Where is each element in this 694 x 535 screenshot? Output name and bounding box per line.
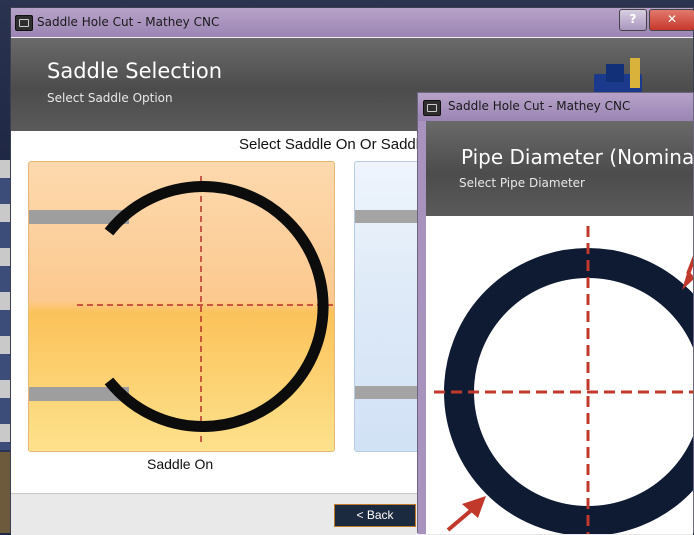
saddle-on-option[interactable] bbox=[28, 161, 335, 452]
saddle-on-label: Saddle On bbox=[147, 456, 214, 472]
selection-prompt: Select Saddle On Or Saddle bbox=[239, 136, 428, 153]
help-button[interactable]: ? bbox=[619, 9, 647, 31]
diameter-arrow-bottom-icon bbox=[446, 496, 486, 532]
page-subtitle: Select Saddle Option bbox=[47, 91, 173, 105]
app-icon bbox=[15, 15, 33, 31]
diameter-arrow-top-icon bbox=[682, 255, 693, 290]
window-title: Saddle Hole Cut - Mathey CNC bbox=[448, 99, 631, 113]
window-title: Saddle Hole Cut - Mathey CNC bbox=[37, 15, 220, 29]
back-button[interactable]: < Back bbox=[334, 504, 416, 527]
page-title: Pipe Diameter (Nominal bbox=[461, 145, 694, 169]
window-titlebar[interactable]: Saddle Hole Cut - Mathey CNC bbox=[418, 93, 693, 121]
pipe-diagram bbox=[434, 226, 693, 534]
pipe-diameter-window: Saddle Hole Cut - Mathey CNC Pipe Diamet… bbox=[417, 92, 694, 534]
help-icon: ? bbox=[629, 12, 637, 26]
wizard-header: Pipe Diameter (Nominal Select Pipe Diame… bbox=[426, 121, 694, 216]
saddle-ring bbox=[104, 181, 329, 432]
window-titlebar[interactable]: Saddle Hole Cut - Mathey CNC ? ✕ bbox=[11, 8, 694, 37]
saddle-on-diagram bbox=[29, 176, 334, 442]
page-title: Saddle Selection bbox=[47, 59, 223, 83]
close-icon: ✕ bbox=[666, 12, 678, 26]
window-frame-left bbox=[418, 121, 426, 534]
page-subtitle: Select Pipe Diameter bbox=[459, 176, 585, 190]
wizard-content bbox=[426, 216, 693, 534]
app-icon bbox=[423, 100, 441, 116]
back-button-label: < Back bbox=[356, 508, 394, 522]
close-button[interactable]: ✕ bbox=[649, 9, 694, 31]
